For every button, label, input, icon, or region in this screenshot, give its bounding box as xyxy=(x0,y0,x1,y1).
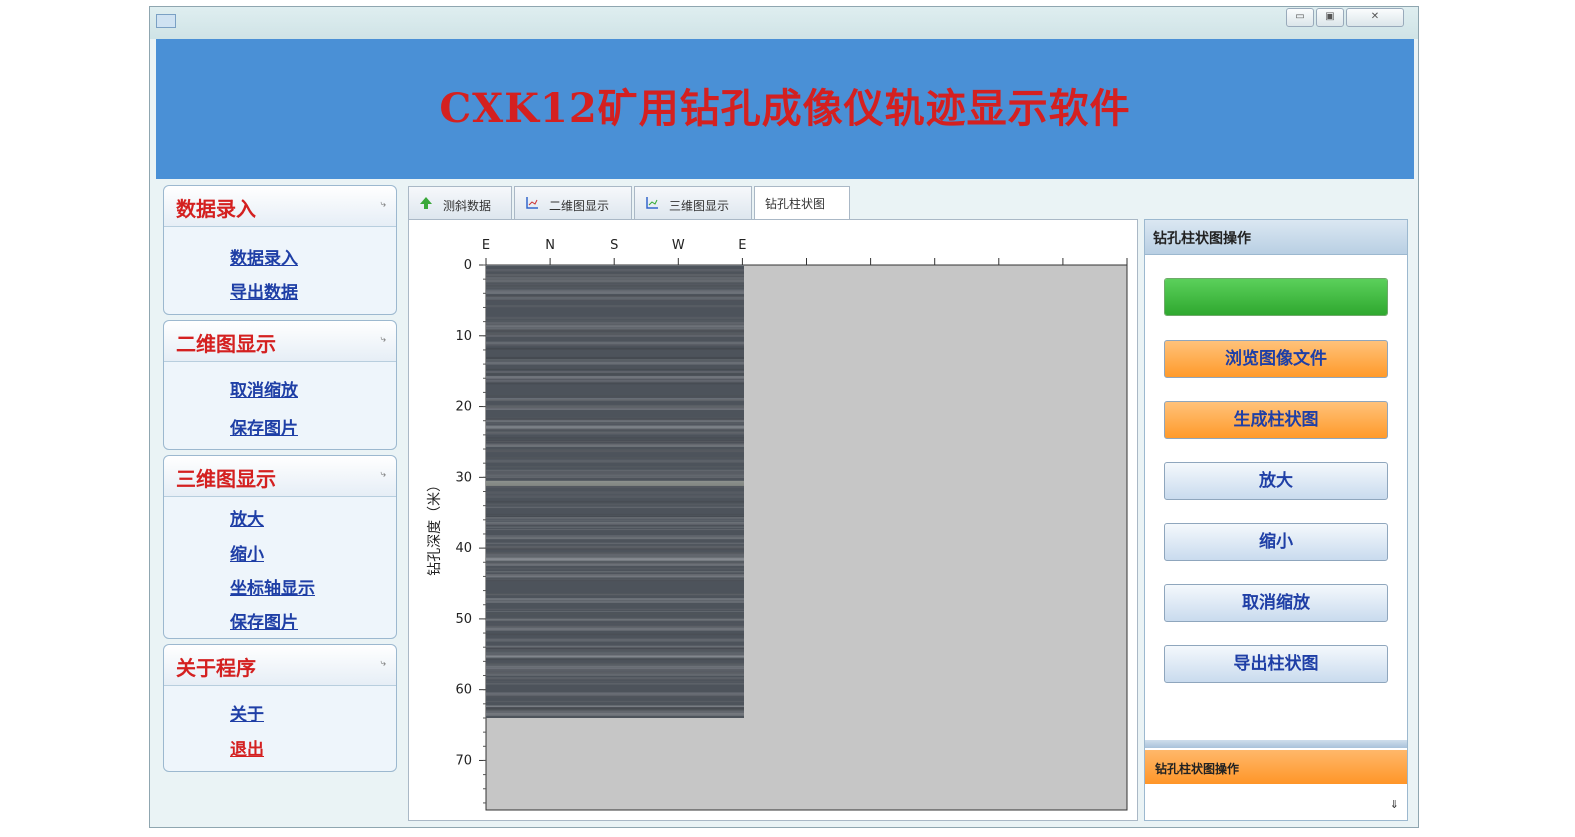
depth-tick-label: 50 xyxy=(455,612,472,627)
generate-column-button[interactable]: 生成柱状图 xyxy=(1164,401,1388,439)
collapse-icon[interactable]: ⤷ xyxy=(380,334,386,345)
depth-tick-label: 10 xyxy=(455,329,472,344)
link-data-entry[interactable]: 数据录入 xyxy=(230,244,298,269)
borehole-core-image xyxy=(486,265,744,718)
browse-image-button[interactable]: 浏览图像文件 xyxy=(1164,340,1388,378)
collapsed-section-title: 钻孔柱状图操作 xyxy=(1155,762,1240,776)
tab-borehole-column[interactable]: 钻孔柱状图 xyxy=(754,186,850,222)
export-column-button[interactable]: 导出柱状图 xyxy=(1164,645,1388,683)
chart-icon xyxy=(526,197,538,209)
operation-panel: 钻孔柱状图操作 浏览图像文件 生成柱状图 放大 缩小 取消缩放 导出柱状图 钻孔… xyxy=(1144,219,1408,821)
link-axis-display[interactable]: 坐标轴显示 xyxy=(230,574,315,599)
link-export-data[interactable]: 导出数据 xyxy=(230,278,298,303)
app-header: CXK12矿用钻孔成像仪轨迹显示软件 xyxy=(156,39,1414,179)
app-icon xyxy=(156,14,176,28)
core-seam-band xyxy=(486,480,744,486)
group-title: 二维图显示 xyxy=(176,332,276,356)
collapsed-section-header[interactable]: 钻孔柱状图操作 xyxy=(1145,750,1407,784)
group-header[interactable]: 二维图显示 ⤷ xyxy=(164,321,396,362)
tab-label: 钻孔柱状图 xyxy=(765,197,826,211)
title-bar[interactable]: ▭ ▣ ✕ xyxy=(150,7,1418,39)
maximize-button[interactable]: ▣ xyxy=(1316,8,1344,27)
azimuth-tick-label: E xyxy=(482,238,490,253)
link-exit[interactable]: 退出 xyxy=(230,735,264,760)
progress-fill xyxy=(1165,279,1387,315)
group-title: 关于程序 xyxy=(176,656,256,680)
borehole-column-chart[interactable]: E N S W E010203040506070钻孔深度（米） xyxy=(409,220,1137,820)
panel-splitter[interactable] xyxy=(1145,740,1407,748)
collapse-icon[interactable]: ⤷ xyxy=(380,658,386,669)
depth-tick-label: 30 xyxy=(455,470,472,485)
link-zoom-in[interactable]: 放大 xyxy=(230,505,264,530)
tab-3d-view[interactable]: 三维图显示 xyxy=(634,186,752,221)
progress-bar xyxy=(1164,278,1388,316)
tab-label: 二维图显示 xyxy=(549,199,610,213)
zoom-in-button[interactable]: 放大 xyxy=(1164,462,1388,500)
tab-label: 测斜数据 xyxy=(443,199,492,213)
depth-tick-label: 20 xyxy=(455,400,472,415)
group-3d-view: 三维图显示 ⤷ 放大 缩小 坐标轴显示 保存图片 xyxy=(163,455,397,639)
collapse-icon[interactable]: ⤷ xyxy=(380,199,386,210)
tab-label: 三维图显示 xyxy=(669,199,730,213)
depth-tick-label: 40 xyxy=(455,541,472,556)
depth-tick-label: 0 xyxy=(464,258,472,273)
tab-2d-view[interactable]: 二维图显示 xyxy=(514,186,632,221)
green-arrow-up-icon xyxy=(420,197,432,209)
azimuth-tick-label: W xyxy=(672,238,685,253)
group-title: 数据录入 xyxy=(176,197,256,221)
depth-tick-label: 60 xyxy=(455,683,472,698)
panel-title: 钻孔柱状图操作 xyxy=(1153,231,1251,247)
panel-header: 钻孔柱状图操作 xyxy=(1145,220,1407,255)
group-header[interactable]: 三维图显示 ⤷ xyxy=(164,456,396,497)
group-data-entry: 数据录入 ⤷ 数据录入 导出数据 xyxy=(163,185,397,315)
reset-zoom-button[interactable]: 取消缩放 xyxy=(1164,584,1388,622)
link-zoom-out[interactable]: 缩小 xyxy=(230,540,264,565)
minimize-button[interactable]: ▭ xyxy=(1286,8,1314,27)
collapse-icon[interactable]: ⤷ xyxy=(380,469,386,480)
app-title: CXK12矿用钻孔成像仪轨迹显示软件 xyxy=(439,85,1131,132)
chart-icon xyxy=(646,197,658,209)
group-header[interactable]: 数据录入 ⤷ xyxy=(164,186,396,227)
link-reset-zoom[interactable]: 取消缩放 xyxy=(230,376,298,401)
azimuth-tick-label: N xyxy=(545,238,555,253)
y-axis-label: 钻孔深度（米） xyxy=(427,478,443,576)
zoom-out-button[interactable]: 缩小 xyxy=(1164,523,1388,561)
azimuth-tick-label: E xyxy=(738,238,746,253)
depth-tick-label: 70 xyxy=(455,753,472,768)
app-window: ▭ ▣ ✕ CXK12矿用钻孔成像仪轨迹显示软件 数据录入 ⤷ 数据录入 导出数… xyxy=(149,6,1419,828)
close-button[interactable]: ✕ xyxy=(1346,8,1404,27)
group-header[interactable]: 关于程序 ⤷ xyxy=(164,645,396,686)
expand-icon[interactable]: ⇓ xyxy=(1390,798,1399,811)
group-2d-view: 二维图显示 ⤷ 取消缩放 保存图片 xyxy=(163,320,397,450)
link-save-image[interactable]: 保存图片 xyxy=(230,414,298,439)
group-about: 关于程序 ⤷ 关于 退出 xyxy=(163,644,397,772)
tab-inclination-data[interactable]: 测斜数据 xyxy=(408,186,512,221)
chart-panel: E N S W E 0 10 20 30 40 50 60 70 钻孔深度（米） xyxy=(408,219,1138,821)
link-save-image[interactable]: 保存图片 xyxy=(230,608,298,633)
group-title: 三维图显示 xyxy=(176,467,276,491)
link-about[interactable]: 关于 xyxy=(230,700,264,725)
azimuth-tick-label: S xyxy=(610,238,618,253)
